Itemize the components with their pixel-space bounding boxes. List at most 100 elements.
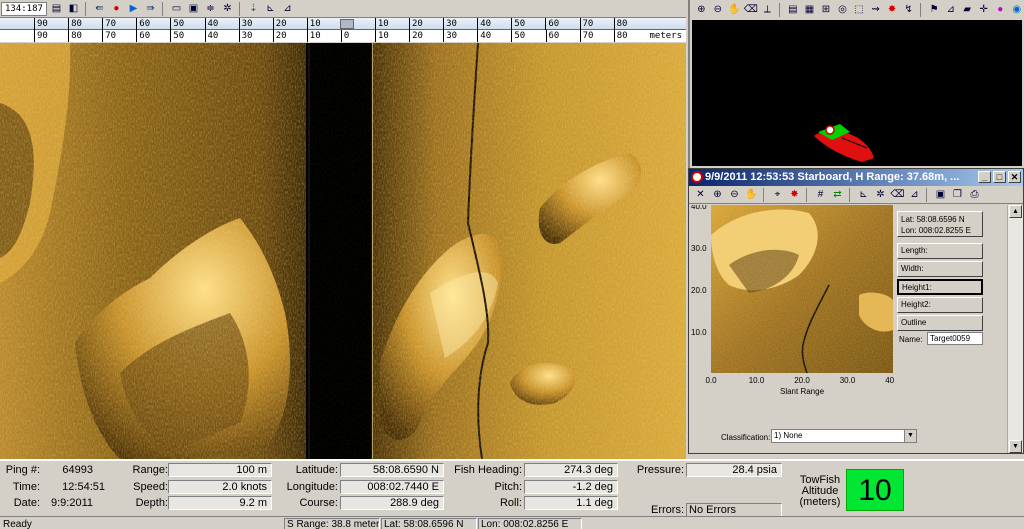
- filter-icon[interactable]: ≑: [203, 2, 218, 16]
- longitude-label: Longitude:: [286, 481, 338, 493]
- erase-icon[interactable]: ⌫: [744, 3, 759, 17]
- errors-value: No Errors: [686, 503, 782, 517]
- ping-value: 64993: [62, 464, 93, 476]
- route-icon[interactable]: ↯: [901, 3, 916, 17]
- ruler-top-tick: 30: [238, 18, 252, 30]
- measure-icon[interactable]: ⊾: [263, 2, 278, 16]
- ruler-top-tick: 70: [579, 18, 593, 30]
- record-icon[interactable]: ◧: [66, 2, 81, 16]
- crosshair-icon[interactable]: ⌖: [770, 188, 785, 202]
- latitude-value: 58:08.6590 N: [340, 463, 444, 477]
- fast-forward-icon[interactable]: ⇛: [143, 2, 158, 16]
- ruler-icon[interactable]: ⊿: [943, 3, 958, 17]
- grid-icon[interactable]: ⊞: [819, 3, 834, 17]
- pan-hand-icon[interactable]: ✋: [727, 3, 742, 17]
- play-icon[interactable]: ▶: [126, 2, 141, 16]
- save-icon[interactable]: ▣: [933, 188, 948, 202]
- print-icon[interactable]: ⎙: [967, 188, 982, 202]
- swap-icon[interactable]: ⇄: [830, 188, 845, 202]
- sonar-waterfall[interactable]: [0, 43, 686, 459]
- classification-select[interactable]: 1) None ▼: [771, 429, 917, 443]
- ruler-bottom-tick: 50: [170, 30, 184, 42]
- pan-hand-icon[interactable]: ✋: [744, 188, 759, 202]
- toolbar-separator: [238, 1, 240, 16]
- marker-icon[interactable]: ⇣: [246, 2, 261, 16]
- waypoint-icon[interactable]: ⚑: [927, 3, 942, 17]
- erase-icon[interactable]: ⌫: [890, 188, 905, 202]
- fish-heading-value: 274.3 deg: [524, 463, 618, 477]
- settings-icon[interactable]: ✲: [220, 2, 235, 16]
- rewind-icon[interactable]: ⇚: [92, 2, 107, 16]
- status-slant-range: S Range: 38.8 meters: [284, 518, 380, 529]
- maximize-button[interactable]: □: [993, 171, 1006, 183]
- measure-icon[interactable]: ⟂: [760, 3, 775, 17]
- map-toolbar: ⊕ ⊖ ✋ ⌫ ⟂ ▤ ▦ ⊞ ◎ ⬚ ⇝ ✸ ↯ ⚑ ⊿ ▰ ✛ ● ◉: [690, 0, 1024, 20]
- length-button[interactable]: Length:: [897, 243, 983, 259]
- ruler-top-tick: 20: [272, 18, 287, 30]
- target-name-input[interactable]: [927, 332, 983, 345]
- select-icon[interactable]: ⬚: [852, 3, 867, 17]
- speed-value: 2.0 knots: [168, 480, 272, 494]
- chevron-down-icon[interactable]: ▼: [904, 430, 916, 442]
- plot-x-tick: 30.0: [840, 376, 856, 385]
- ruler-bottom-tick: 70: [579, 30, 593, 42]
- toolbar-separator: [778, 3, 780, 17]
- target-toolbar: ✕ ⊕ ⊖ ✋ ⌖ ✸ # ⇄ ⊾ ✲ ⌫ ⊿ ▣ ❐ ⎙: [689, 186, 1023, 204]
- layers-icon[interactable]: ▤: [786, 3, 801, 17]
- height2-button[interactable]: Height2:: [897, 297, 983, 313]
- track-icon[interactable]: ⇝: [868, 3, 883, 17]
- globe-icon[interactable]: ◉: [1010, 3, 1024, 17]
- plot-y-tick: 20.0: [691, 286, 707, 295]
- snapshot-icon[interactable]: ▣: [186, 2, 201, 16]
- plot-y-tick: 40.0: [691, 205, 707, 211]
- ruler-bottom-tick: 10: [375, 30, 389, 42]
- target-list-icon[interactable]: ◎: [835, 3, 850, 17]
- grid-icon[interactable]: #: [813, 188, 828, 202]
- zoom-out-icon[interactable]: ⊖: [727, 188, 742, 202]
- cross-icon[interactable]: ✛: [976, 3, 991, 17]
- depth-label: Depth:: [135, 497, 168, 509]
- outline-button[interactable]: Outline: [897, 315, 983, 331]
- zoom-out-icon[interactable]: ⊖: [711, 3, 726, 17]
- dot-icon[interactable]: ●: [993, 3, 1008, 17]
- date-value: 9:9:2011: [50, 497, 93, 509]
- settings-icon[interactable]: ✲: [873, 188, 888, 202]
- width-button[interactable]: Width:: [897, 261, 983, 277]
- ruler-cursor[interactable]: [340, 19, 354, 29]
- main-toolbar: 134:187 ▤ ◧ ⇚ ● ▶ ⇛ ▭ ▣ ≑ ✲ ⇣ ⊾ ⊿: [0, 0, 686, 18]
- ruler-top-tick: 60: [545, 18, 559, 30]
- open-icon[interactable]: ▤: [49, 2, 64, 16]
- overlay-icon[interactable]: ▰: [960, 3, 975, 17]
- plot-x-tick: 0.0: [705, 376, 717, 385]
- stop-icon[interactable]: ●: [109, 2, 124, 16]
- minimize-button[interactable]: _: [978, 171, 991, 183]
- course-label: Course:: [299, 497, 338, 509]
- height1-button[interactable]: Height1:: [897, 279, 983, 295]
- compass-icon[interactable]: ✸: [885, 3, 900, 17]
- scroll-up-icon[interactable]: ▲: [1009, 205, 1022, 218]
- target-icon[interactable]: ⊿: [280, 2, 295, 16]
- height-icon[interactable]: ⊿: [907, 188, 922, 202]
- compass-icon[interactable]: ✸: [787, 188, 802, 202]
- zoom-in-icon[interactable]: ⊕: [710, 188, 725, 202]
- close-icon[interactable]: ✕: [693, 188, 708, 202]
- target-scrollbar[interactable]: ▲ ▼: [1007, 205, 1023, 453]
- map-view[interactable]: [692, 20, 1022, 166]
- ruler-bottom-tick: 20: [409, 30, 423, 42]
- zoom-in-icon[interactable]: ⊕: [694, 3, 709, 17]
- scroll-down-icon[interactable]: ▼: [1009, 440, 1022, 453]
- ruler-bottom-tick: 50: [511, 30, 525, 42]
- copy-icon[interactable]: ❐: [950, 188, 965, 202]
- pressure-value: 28.4 psia: [686, 463, 782, 477]
- data-status-panel: Ping #: 64993 Time: 12:54:51 Date: 9:9:2…: [0, 459, 1024, 517]
- display-mode-icon[interactable]: ▭: [169, 2, 184, 16]
- target-window-titlebar[interactable]: 9/9/2011 12:53:53 Starboard, H Range: 37…: [689, 169, 1023, 186]
- towfish-position-icon: [825, 125, 835, 135]
- towfish-altitude-value: 10: [846, 469, 904, 511]
- ruler-top-tick: 50: [170, 18, 184, 30]
- chart-icon[interactable]: ▦: [802, 3, 817, 17]
- ruler-top-tick: 10: [374, 18, 389, 30]
- measure-icon[interactable]: ⊾: [856, 188, 871, 202]
- status-lat: Lat: 58:08.6596 N: [381, 518, 477, 529]
- close-button[interactable]: ✕: [1008, 171, 1021, 183]
